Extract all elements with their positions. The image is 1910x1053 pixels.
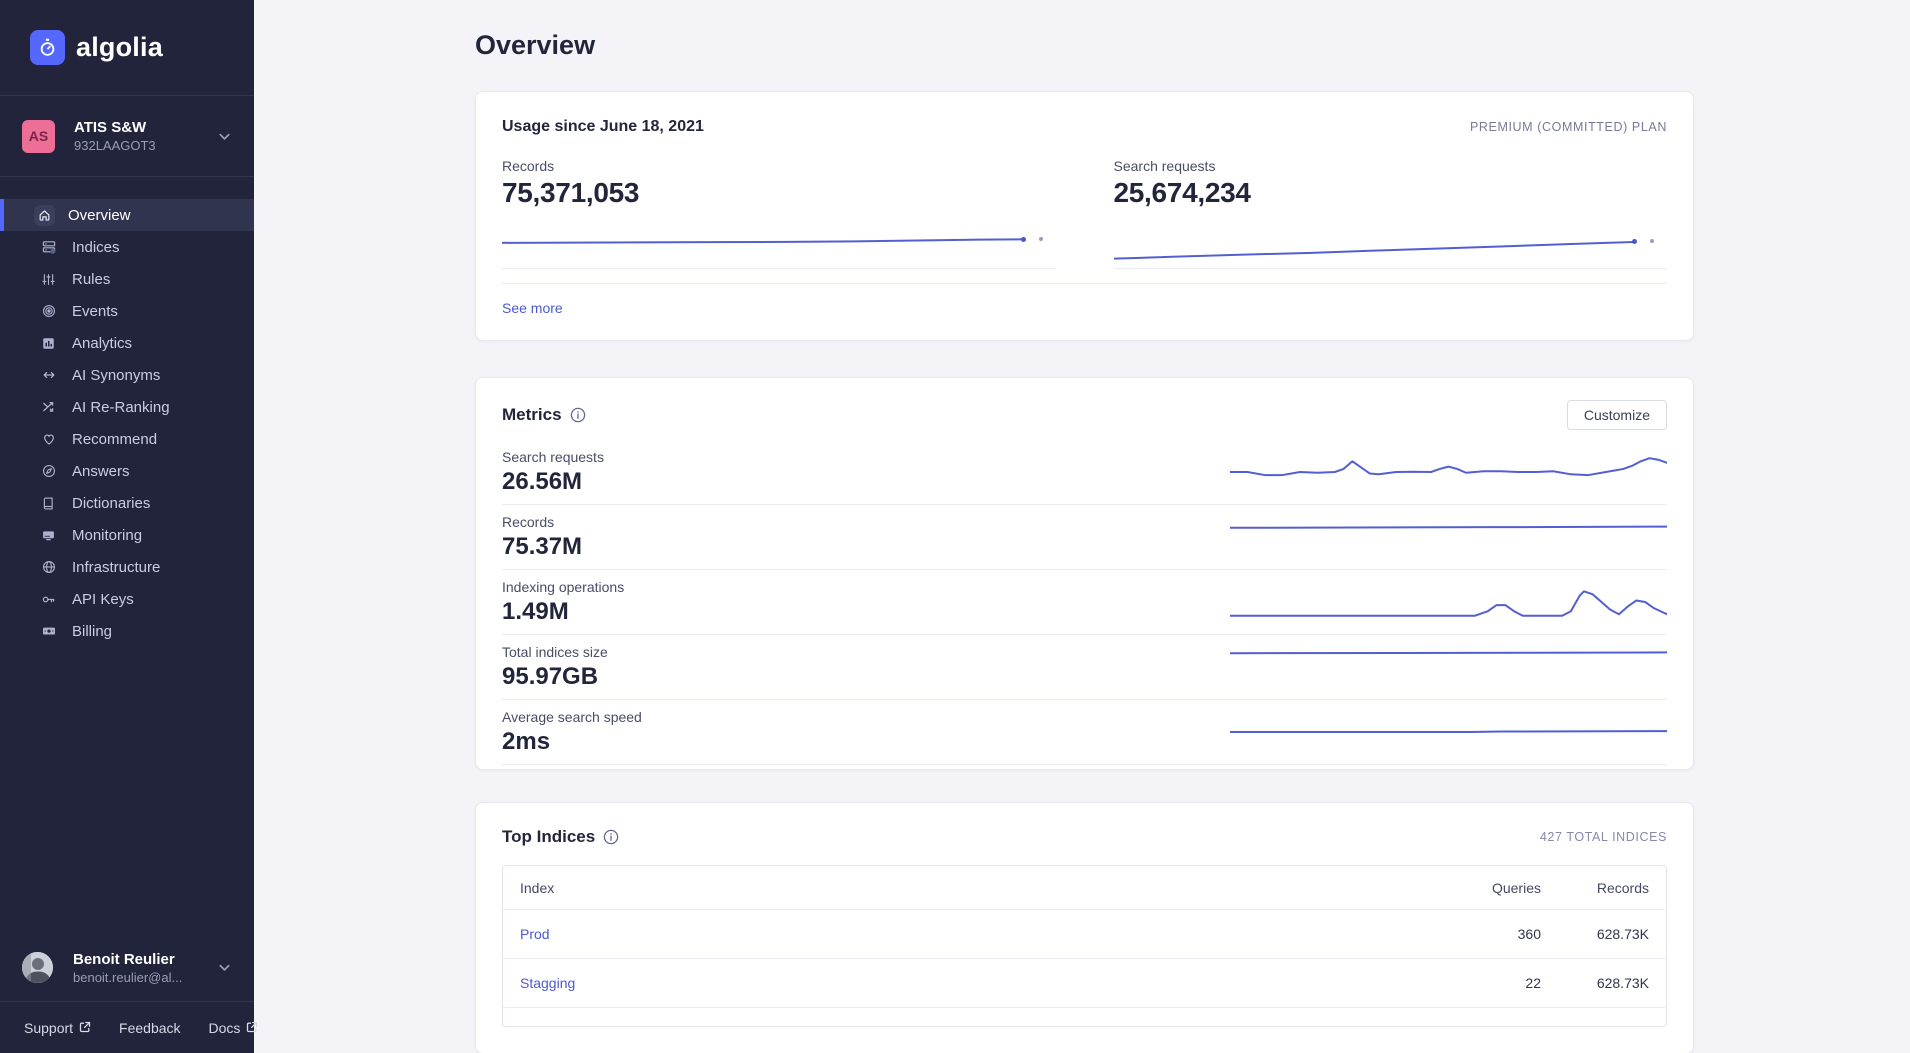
table-row: Stagging 22 628.73K (503, 959, 1666, 1008)
support-link[interactable]: Support (24, 1020, 91, 1036)
sidebar-footer: Support Feedback Docs (0, 1001, 254, 1053)
target-icon (38, 301, 59, 322)
heart-icon (38, 429, 59, 450)
top-indices-card: Top Indices 427 TOTAL INDICES Index Quer… (475, 802, 1694, 1053)
usage-card: Usage since June 18, 2021 PREMIUM (COMMI… (475, 91, 1694, 341)
table-row: Prod 360 628.73K (503, 910, 1666, 959)
metric-row-total-indices-size: Total indices size 95.97GB (502, 635, 1667, 700)
queries-column-header: Queries (1411, 880, 1541, 896)
app-avatar: AS (22, 120, 55, 153)
sidebar-item-events[interactable]: Events (0, 295, 254, 327)
metrics-card-title: Metrics (502, 405, 562, 425)
average-search-speed-trend-sparkline (1230, 709, 1667, 755)
see-more-link[interactable]: See more (502, 300, 563, 316)
metric-row-records: Records 75.37M (502, 505, 1667, 570)
brand-name: algolia (76, 32, 163, 63)
globe-icon (38, 557, 59, 578)
table-row-partial (503, 1008, 1666, 1026)
indexing-operations-trend-sparkline (1230, 579, 1667, 625)
records-column-header: Records (1541, 880, 1649, 896)
records-trend-sparkline (1230, 514, 1667, 560)
total-indices-size-trend-sparkline (1230, 644, 1667, 690)
usage-card-title: Usage since June 18, 2021 (502, 118, 704, 136)
bar-chart-icon (38, 333, 59, 354)
queries-value: 360 (1411, 926, 1541, 942)
external-link-icon (79, 1020, 91, 1036)
index-column-header: Index (520, 880, 1411, 896)
sidebar-nav: Overview Indices Rules Events Analytics (0, 177, 254, 647)
sidebar-item-indices[interactable]: Indices (0, 231, 254, 263)
records-sparkline (502, 217, 1056, 269)
sidebar-item-api-keys[interactable]: API Keys (0, 583, 254, 615)
records-value: 628.73K (1541, 926, 1649, 942)
indices-table: Index Queries Records Prod 360 628.73K S… (502, 865, 1667, 1027)
queries-value: 22 (1411, 975, 1541, 991)
top-indices-card-title: Top Indices (502, 827, 595, 847)
user-menu[interactable]: Benoit Reulier benoit.reulier@al... (0, 934, 254, 1001)
metric-row-average-search-speed: Average search speed 2ms (502, 700, 1667, 765)
banknote-icon (38, 621, 59, 642)
sidebar-item-overview[interactable]: Overview (0, 199, 254, 231)
sidebar-item-monitoring[interactable]: Monitoring (0, 519, 254, 551)
user-name: Benoit Reulier (73, 950, 217, 969)
plan-badge: PREMIUM (COMMITTED) PLAN (1470, 120, 1667, 134)
chevron-down-icon (217, 960, 232, 975)
docs-link[interactable]: Docs (209, 1020, 259, 1036)
usage-stat-search-requests: Search requests 25,674,234 (1114, 158, 1668, 269)
app-id: 932LAAGOT3 (74, 137, 217, 154)
metric-row-indexing-operations: Indexing operations 1.49M (502, 570, 1667, 635)
brand-logo[interactable]: algolia (0, 0, 254, 96)
metric-row-search-requests: Search requests 26.56M (502, 440, 1667, 505)
total-indices-count: 427 TOTAL INDICES (1540, 830, 1667, 844)
sidebar-item-rules[interactable]: Rules (0, 263, 254, 295)
info-icon[interactable] (570, 407, 586, 423)
metrics-card: Metrics Customize Search requests 26.56M (475, 377, 1694, 770)
sidebar-item-billing[interactable]: Billing (0, 615, 254, 647)
algolia-stopwatch-icon (30, 30, 65, 65)
customize-button[interactable]: Customize (1567, 400, 1667, 430)
chevron-down-icon (217, 129, 232, 144)
user-email: benoit.reulier@al... (73, 969, 217, 986)
shuffle-icon (38, 397, 59, 418)
sidebar-item-ai-re-ranking[interactable]: AI Re-Ranking (0, 391, 254, 423)
search-requests-trend-sparkline (1230, 449, 1667, 495)
app-switcher[interactable]: AS ATIS S&W 932LAAGOT3 (0, 96, 254, 177)
search-requests-sparkline (1114, 217, 1668, 269)
sidebar-item-infrastructure[interactable]: Infrastructure (0, 551, 254, 583)
sidebar-item-ai-synonyms[interactable]: AI Synonyms (0, 359, 254, 391)
app-name: ATIS S&W (74, 118, 217, 137)
records-value: 628.73K (1541, 975, 1649, 991)
monitor-icon (38, 525, 59, 546)
sliders-icon (38, 269, 59, 290)
sidebar-item-answers[interactable]: Answers (0, 455, 254, 487)
table-header-row: Index Queries Records (503, 866, 1666, 910)
book-icon (38, 493, 59, 514)
key-icon (38, 589, 59, 610)
usage-stat-records: Records 75,371,053 (502, 158, 1056, 269)
index-link-prod[interactable]: Prod (520, 926, 550, 942)
home-icon (34, 205, 55, 226)
indices-icon (38, 237, 59, 258)
left-right-arrow-icon (38, 365, 59, 386)
sidebar-item-analytics[interactable]: Analytics (0, 327, 254, 359)
sidebar-item-dictionaries[interactable]: Dictionaries (0, 487, 254, 519)
sidebar: algolia AS ATIS S&W 932LAAGOT3 Overview … (0, 0, 254, 1053)
user-avatar (22, 952, 53, 983)
feedback-link[interactable]: Feedback (119, 1020, 180, 1036)
page-title: Overview (475, 30, 1694, 61)
compass-icon (38, 461, 59, 482)
index-link-stagging[interactable]: Stagging (520, 975, 575, 991)
sidebar-item-recommend[interactable]: Recommend (0, 423, 254, 455)
info-icon[interactable] (603, 829, 619, 845)
main-area: Overview Usage since June 18, 2021 PREMI… (254, 0, 1910, 1053)
